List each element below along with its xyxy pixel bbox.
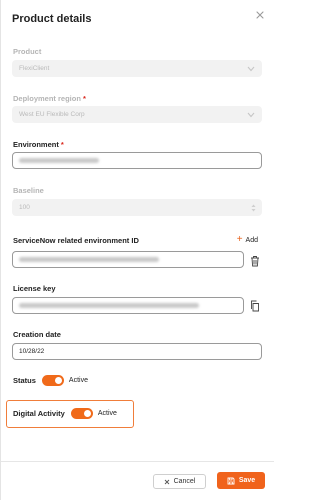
creation-date-label: Creation date [13,330,61,339]
baseline-value: 100 [19,204,30,211]
servicenow-id-label: ServiceNow related environment ID [13,236,139,245]
redacted-value [19,158,99,163]
product-label: Product [13,47,42,56]
close-icon[interactable] [255,10,265,20]
digital-activity-label: Digital Activity [13,409,65,418]
redacted-value [19,257,159,262]
deployment-region-select: West EU Flexible Corp [12,106,262,123]
required-mark: * [82,94,86,103]
digital-activity-switch[interactable] [70,408,93,419]
baseline-label: Baseline [13,186,44,195]
save-icon [227,477,235,484]
required-mark: * [60,140,64,149]
save-button[interactable]: Save [217,472,265,489]
chevron-down-icon [247,112,255,118]
status-state: Active [68,377,88,384]
creation-date-input[interactable]: 10/28/22 [12,343,262,360]
cancel-label: Cancel [173,478,196,485]
deployment-region-label: Deployment region * [13,94,86,103]
add-label: Add [245,236,258,244]
plus-icon: + [236,234,243,245]
servicenow-id-input[interactable] [12,251,244,268]
product-value: FlexiClient [19,65,50,72]
creation-date-value: 10/28/22 [19,348,45,355]
product-details-panel: Product details Product FlexiClient Depl… [0,0,274,500]
stepper-icon [251,204,256,212]
license-key-input[interactable] [12,297,244,314]
license-key-label: License key [13,284,56,293]
environment-label: Environment * [13,140,64,149]
status-toggle-row: Status Active [13,375,88,386]
x-icon [164,479,169,484]
baseline-input: 100 [12,199,262,216]
digital-activity-toggle-row: Digital Activity Active [13,408,117,419]
status-label: Status [13,376,36,385]
product-select: FlexiClient [12,60,262,77]
environment-input[interactable] [12,152,262,169]
save-label: Save [238,477,256,484]
cancel-button[interactable]: Cancel [153,474,206,489]
chevron-down-icon [247,66,255,72]
add-servicenow-id-button[interactable]: + Add [236,234,258,245]
trash-icon[interactable] [250,254,260,267]
panel-title: Product details [12,13,92,25]
redacted-value [19,303,199,308]
digital-activity-state: Active [97,410,117,417]
status-switch[interactable] [41,375,64,386]
copy-icon[interactable] [250,299,260,312]
deployment-region-value: West EU Flexible Corp [19,111,85,118]
